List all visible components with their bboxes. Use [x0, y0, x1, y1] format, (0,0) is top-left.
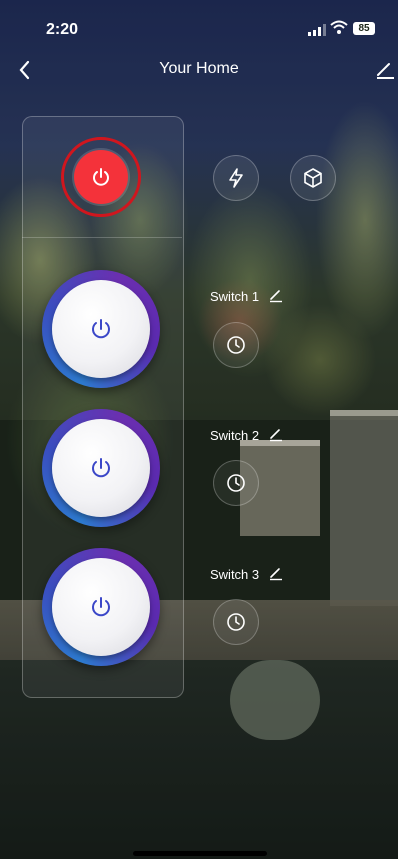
status-time: 2:20: [46, 21, 79, 38]
cube-icon: [304, 168, 322, 188]
switch-1-label: Switch 1: [210, 289, 260, 304]
switch-2-power-button[interactable]: [52, 419, 150, 517]
status-bar: 2:20 85: [0, 0, 398, 50]
scene-flash-button[interactable]: [213, 155, 259, 201]
switch-3-label: Switch 3: [210, 567, 260, 582]
battery-icon: 85: [353, 22, 375, 35]
switch-1-power-button[interactable]: [52, 280, 150, 378]
clock-icon: [227, 474, 245, 492]
lightning-icon: [229, 168, 243, 188]
power-icon: [92, 319, 110, 339]
panel-divider: [22, 237, 182, 238]
switch-3-timer-button[interactable]: [213, 599, 259, 645]
power-icon: [92, 597, 110, 617]
page-title: Your Home: [159, 60, 239, 77]
edit-pencil-icon: [270, 290, 282, 303]
edit-pencil-icon: [270, 429, 282, 442]
switch-2-edit-button[interactable]: [268, 426, 284, 442]
master-power-button[interactable]: [74, 150, 128, 204]
clock-icon: [227, 336, 245, 354]
wifi-icon: [330, 20, 348, 41]
switch-2-label: Switch 2: [210, 428, 260, 443]
switch-1-timer-button[interactable]: [213, 322, 259, 368]
device-model-button[interactable]: [290, 155, 336, 201]
cellular-signal-icon: [308, 23, 326, 41]
home-indicator[interactable]: [133, 851, 267, 856]
switch-3-power-button[interactable]: [52, 558, 150, 656]
switch-1-edit-button[interactable]: [268, 287, 284, 303]
power-icon: [92, 458, 110, 478]
power-icon: [93, 168, 109, 186]
switch-2-timer-button[interactable]: [213, 460, 259, 506]
edit-home-button[interactable]: [374, 58, 396, 80]
clock-icon: [227, 613, 245, 631]
edit-pencil-icon: [270, 568, 282, 581]
switch-3-edit-button[interactable]: [268, 565, 284, 581]
